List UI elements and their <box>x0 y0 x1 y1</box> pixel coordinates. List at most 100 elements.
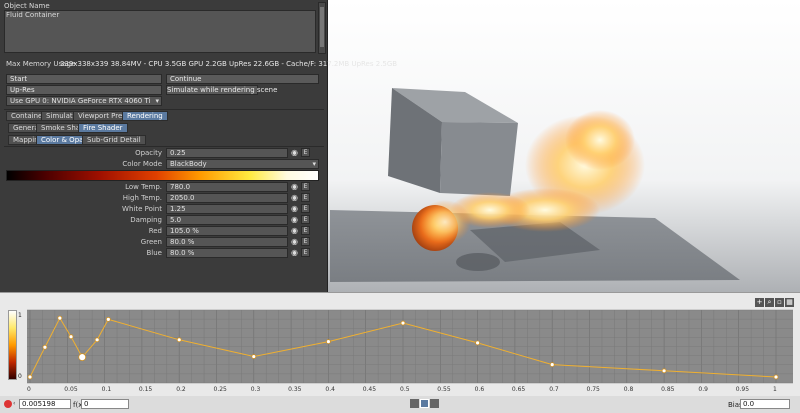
color-mode-label: Color Mode <box>122 160 162 168</box>
graph-bottom-bar: ‹ 0.005198 f(x) 0 Bias 0.0 <box>0 396 800 413</box>
eye-icon[interactable]: ◉ <box>290 248 299 257</box>
curve-key[interactable] <box>325 339 331 345</box>
curve-key[interactable] <box>251 354 257 359</box>
object-list-header: Object Name <box>4 2 50 10</box>
x-tick-label: 0.85 <box>661 386 675 393</box>
upres-button[interactable]: Up-Res <box>6 85 162 95</box>
param-input[interactable]: 80.0 % <box>166 248 288 258</box>
envelope-button[interactable]: E <box>301 193 310 202</box>
envelope-button[interactable]: E <box>301 237 310 246</box>
eye-icon[interactable]: ◉ <box>290 226 299 235</box>
x-tick-label: 0.2 <box>176 386 186 393</box>
curve-key[interactable] <box>176 337 182 343</box>
curve-canvas[interactable] <box>0 293 800 393</box>
eye-icon[interactable]: ◉ <box>290 193 299 202</box>
envelope-button[interactable]: E <box>301 182 310 191</box>
x-tick-label: 1 <box>773 386 777 393</box>
x-tick-label: 0.4 <box>325 386 335 393</box>
curve-key[interactable] <box>661 368 667 374</box>
curve-key[interactable] <box>42 344 48 350</box>
continue-button[interactable]: Continue <box>166 74 319 84</box>
blackbody-gradient <box>6 170 319 181</box>
curve-key[interactable] <box>68 334 74 340</box>
eye-icon[interactable]: ◉ <box>290 237 299 246</box>
x-tick-label: 0.8 <box>623 386 634 393</box>
fx-value-input[interactable]: 0 <box>81 399 129 409</box>
eye-icon[interactable]: ◉ <box>290 204 299 213</box>
param-input[interactable]: 5.0 <box>166 215 288 225</box>
start-button[interactable]: Start <box>6 74 162 84</box>
curve-key-selected[interactable] <box>78 353 87 362</box>
param-label: Red <box>148 227 162 235</box>
envelope-button[interactable]: E <box>301 226 310 235</box>
curve-key[interactable] <box>773 374 779 380</box>
curve-key[interactable] <box>94 337 100 343</box>
x-tick-label: 0.6 <box>474 386 485 393</box>
param-label: Damping <box>130 216 162 224</box>
param-label: White Point <box>122 205 162 213</box>
color-mode-select[interactable]: BlackBody ▾ <box>166 159 319 169</box>
key-linear-icon[interactable] <box>410 399 419 408</box>
gpu-select[interactable]: Use GPU 0: NVIDIA GeForce RTX 4060 Ti ▾ <box>6 96 162 106</box>
param-input[interactable]: 105.0 % <box>166 226 288 236</box>
properties-panel: Object Name Fluid Container Max Memory U… <box>0 0 397 292</box>
envelope-button[interactable]: E <box>301 215 310 224</box>
envelope-button[interactable]: E <box>301 204 310 213</box>
object-list-scrollbar[interactable] <box>318 2 326 54</box>
curve-key[interactable] <box>400 320 406 326</box>
key-spline-icon[interactable] <box>420 399 429 408</box>
x-tick-label: 0.45 <box>362 386 377 393</box>
bias-input[interactable]: 0.0 <box>740 399 790 409</box>
param-label: Blue <box>146 249 163 257</box>
key-step-icon[interactable] <box>430 399 439 408</box>
chevron-left-icon[interactable]: ‹ <box>13 400 18 408</box>
eye-icon[interactable]: ◉ <box>290 215 299 224</box>
param-input[interactable]: 2050.0 <box>166 193 288 203</box>
x-tick-label: 0.7 <box>549 386 559 393</box>
envelope-button[interactable]: E <box>301 148 310 157</box>
x-tick-label: 0.35 <box>288 386 302 393</box>
eye-icon[interactable]: ◉ <box>290 182 299 191</box>
graph-editor: + ⌕ ▫ ▦ 1 0 0 0.05 0.1 0.15 0.2 0.25 0.3 0.35 0.… <box>0 292 800 413</box>
x-tick-label: 0.5 <box>400 386 410 393</box>
memory-value: 339x338x339 38.84MV - CPU 3.5GB GPU 2.2G… <box>60 60 398 68</box>
opacity-label: Opacity <box>135 149 162 157</box>
x-tick-label: 0.05 <box>64 386 78 393</box>
object-list-item[interactable]: Fluid Container <box>6 11 59 19</box>
record-icon[interactable] <box>4 400 12 408</box>
x-tick-label: 0.15 <box>138 386 153 393</box>
param-label: High Temp. <box>122 194 162 202</box>
object-list[interactable]: Fluid Container <box>4 10 316 53</box>
envelope-button[interactable]: E <box>301 248 310 257</box>
param-label: Low Temp. <box>125 183 162 191</box>
param-input[interactable]: 80.0 % <box>166 237 288 247</box>
tab-fire-shader[interactable]: Fire Shader <box>78 123 128 133</box>
curve-key[interactable] <box>475 340 481 346</box>
color-mode-value: BlackBody <box>170 160 207 168</box>
x-tick-label: 0.3 <box>250 386 261 393</box>
curve-key[interactable] <box>27 374 33 380</box>
x-tick-label: 0 <box>27 386 31 393</box>
x-tick-label: 0.55 <box>437 386 451 393</box>
param-input[interactable]: 780.0 <box>166 182 288 192</box>
chevron-down-icon: ▾ <box>312 160 316 168</box>
curve-key[interactable] <box>105 316 111 322</box>
tab-rendering[interactable]: Rendering <box>122 111 168 121</box>
x-tick-label: 0.25 <box>213 386 227 393</box>
curve-key[interactable] <box>57 315 63 321</box>
x-tick-label: 0.1 <box>101 386 112 393</box>
gpu-select-value: Use GPU 0: NVIDIA GeForce RTX 4060 Ti <box>10 97 151 105</box>
curve-key[interactable] <box>549 362 555 367</box>
x-tick-label: 0.75 <box>586 386 600 393</box>
x-tick-label: 0.95 <box>735 386 750 393</box>
chevron-down-icon: ▾ <box>155 97 159 105</box>
x-tick-label: 0.65 <box>511 386 526 393</box>
param-label: Green <box>140 238 162 246</box>
simulate-while-rendering-button[interactable]: Simulate while rendering scene <box>166 85 277 95</box>
x-value-input[interactable]: 0.005198 <box>19 399 71 409</box>
x-tick-label: 0.9 <box>698 386 708 393</box>
opacity-input[interactable]: 0.25 <box>166 148 288 158</box>
tab-sub-grid-detail[interactable]: Sub-Grid Detail <box>82 135 146 145</box>
param-input[interactable]: 1.25 <box>166 204 288 214</box>
eye-icon[interactable]: ◉ <box>290 148 299 157</box>
